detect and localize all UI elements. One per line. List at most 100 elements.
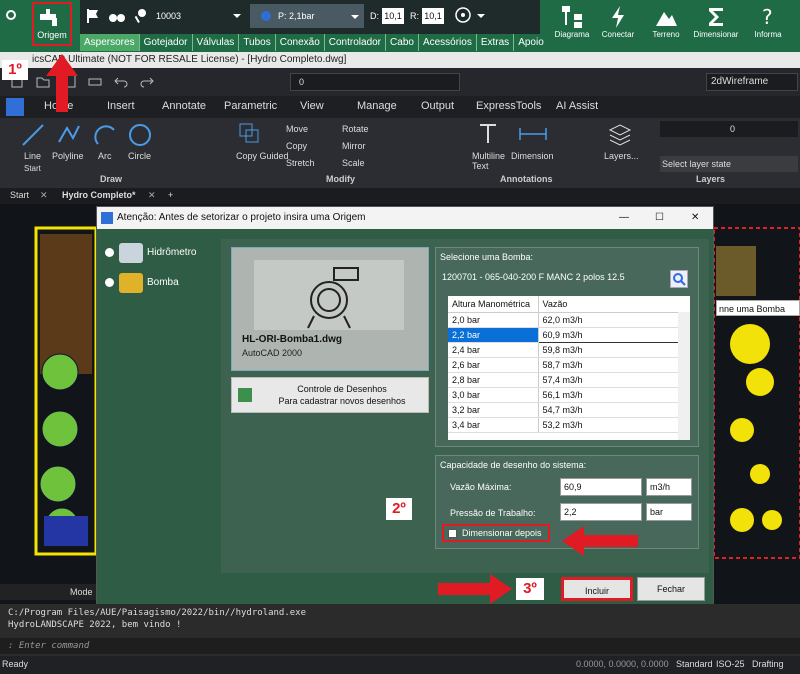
gear-icon[interactable]: [4, 8, 18, 22]
menu-aspersores[interactable]: Aspersores: [80, 34, 140, 51]
undo-icon[interactable]: [114, 74, 128, 88]
menu-valvulas[interactable]: Válvulas: [193, 34, 240, 51]
table-scrollbar[interactable]: [678, 312, 690, 440]
tab-expresstools[interactable]: ExpressTools: [476, 100, 541, 112]
scale-tool[interactable]: Scale: [342, 158, 365, 168]
close-icon[interactable]: ✕: [691, 207, 699, 229]
table-row[interactable]: 2,6 bar 58,7 m3/h: [448, 357, 686, 373]
multiline-text-tool[interactable]: Multiline Text: [472, 151, 512, 171]
table-row-selected[interactable]: 2,2 bar 60,9 m3/h: [448, 326, 686, 343]
tab-model[interactable]: Mode: [0, 584, 100, 600]
menu-acessorios[interactable]: Acessórios: [419, 34, 477, 51]
flag-icon[interactable]: [84, 8, 100, 24]
annotations-group-label: Annotations: [500, 174, 553, 184]
radio-bomba[interactable]: [105, 278, 114, 287]
checkbox-box[interactable]: [448, 529, 457, 538]
visual-style-select[interactable]: 2dWireframe: [706, 73, 798, 91]
tab-manage[interactable]: Manage: [357, 100, 397, 112]
origem-button[interactable]: Origem: [32, 2, 72, 46]
print-icon[interactable]: [88, 74, 102, 88]
menu-controlador[interactable]: Controlador: [325, 34, 387, 51]
status-standard[interactable]: Standard: [676, 659, 713, 669]
tab-hydro-completo[interactable]: Hydro Completo*: [62, 190, 136, 200]
table-row[interactable]: 2,0 bar 62,0 m3/h: [448, 312, 686, 328]
fechar-button[interactable]: Fechar: [637, 577, 705, 601]
tab-annotate[interactable]: Annotate: [162, 100, 206, 112]
move-tool[interactable]: Move: [286, 124, 308, 134]
tab-parametric[interactable]: Parametric: [224, 100, 277, 112]
plugin-toolbar: Origem 10003 P: 2,1bar D: 10,1 R: 10,1 A…: [0, 0, 800, 52]
controle-desenhos-button[interactable]: Controle de Desenhos Para cadastrar novo…: [231, 377, 429, 413]
copy-tool[interactable]: Copy: [286, 141, 307, 151]
terreno-button[interactable]: Terreno: [638, 4, 694, 50]
tab-ai-assist[interactable]: AI Assist: [556, 100, 598, 112]
pressao-input[interactable]: 2,2: [560, 503, 642, 521]
redo-icon[interactable]: [140, 74, 154, 88]
close-icon[interactable]: ✕: [148, 190, 156, 201]
svg-text:?: ?: [762, 5, 773, 29]
menu-tubos[interactable]: Tubos: [239, 34, 276, 51]
table-row[interactable]: 3,4 bar 53,2 m3/h: [448, 417, 686, 433]
layer-select[interactable]: 0: [290, 73, 460, 91]
status-drafting[interactable]: Drafting: [752, 659, 784, 669]
dimension-tool[interactable]: Dimension: [511, 151, 554, 161]
option-bomba[interactable]: Bomba: [105, 273, 225, 295]
incluir-button[interactable]: Incluir: [561, 577, 633, 601]
stretch-tool[interactable]: Stretch: [286, 158, 315, 168]
table-row[interactable]: 2,8 bar 57,4 m3/h: [448, 372, 686, 388]
line-tool[interactable]: Line: [24, 151, 41, 161]
menu-apoio[interactable]: Apoio: [514, 34, 548, 51]
vazao-unit-select[interactable]: m3/h: [646, 478, 692, 496]
chevron-down-icon[interactable]: [476, 11, 486, 21]
app-menu-button[interactable]: [6, 98, 24, 116]
radio-hidrometro[interactable]: [105, 248, 114, 257]
r-input[interactable]: 10,1: [422, 8, 444, 24]
pressure-select[interactable]: P: 2,1bar: [250, 4, 364, 28]
vazao-input[interactable]: 60,9: [560, 478, 642, 496]
pressure-value: P: 2,1bar: [278, 11, 315, 21]
layer-dropdown[interactable]: 0: [660, 121, 798, 137]
table-row[interactable]: 2,4 bar 59,8 m3/h: [448, 342, 686, 358]
minimize-icon[interactable]: —: [619, 207, 629, 229]
arc-tool[interactable]: Arc: [98, 151, 112, 161]
sigma-icon: [709, 8, 723, 26]
drawing-preview[interactable]: HL-ORI-Bomba1.dwg AutoCAD 2000: [231, 247, 429, 371]
binoculars-icon[interactable]: [108, 8, 126, 24]
tab-start[interactable]: Start: [10, 190, 29, 200]
menu-conexao[interactable]: Conexão: [276, 34, 325, 51]
menu-cabo[interactable]: Cabo: [386, 34, 419, 51]
close-icon[interactable]: ✕: [40, 190, 48, 201]
layer-state-select[interactable]: Select layer state: [660, 156, 798, 172]
sprinkler-icon[interactable]: [134, 8, 148, 24]
d-input[interactable]: 10,1: [382, 8, 404, 24]
tab-insert[interactable]: Insert: [107, 100, 135, 112]
tab-view[interactable]: View: [300, 100, 324, 112]
polyline-tool[interactable]: Polyline: [52, 151, 84, 161]
target-icon[interactable]: [454, 6, 472, 24]
menu-gotejador[interactable]: Gotejador: [140, 34, 193, 51]
add-tab-icon[interactable]: +: [168, 190, 173, 200]
tab-output[interactable]: Output: [421, 100, 454, 112]
search-icon[interactable]: [670, 270, 688, 288]
status-iso[interactable]: ISO-25: [716, 659, 745, 669]
chevron-down-icon[interactable]: [232, 11, 242, 21]
mirror-tool[interactable]: Mirror: [342, 141, 366, 151]
command-history-line: C:/Program Files/AUE/Paisagismo/2022/bin…: [8, 608, 307, 618]
command-input[interactable]: : Enter command: [0, 638, 800, 654]
maximize-icon[interactable]: ☐: [655, 207, 664, 229]
informa-button[interactable]: ? Informa: [740, 4, 796, 50]
table-row[interactable]: 3,2 bar 54,7 m3/h: [448, 402, 686, 418]
circle-tool[interactable]: Circle: [128, 151, 151, 161]
menu-extras[interactable]: Extras: [477, 34, 515, 51]
cell-altura: 2,2 bar: [448, 327, 539, 343]
column-header-vazao[interactable]: Vazão: [538, 296, 686, 313]
rotate-tool[interactable]: Rotate: [342, 124, 369, 134]
table-row[interactable]: 3,0 bar 56,1 m3/h: [448, 387, 686, 403]
option-hidrometro[interactable]: Hidrômetro: [105, 243, 225, 265]
copy-guided-button[interactable]: Copy Guided: [236, 151, 289, 161]
column-header-altura[interactable]: Altura Manométrica: [448, 296, 539, 313]
layers-button[interactable]: Layers...: [604, 151, 639, 161]
dimensionar-checkbox[interactable]: Dimensionar depois: [442, 524, 550, 542]
pressao-unit-select[interactable]: bar: [646, 503, 692, 521]
dimensionar-button[interactable]: Dimensionar: [688, 4, 744, 50]
